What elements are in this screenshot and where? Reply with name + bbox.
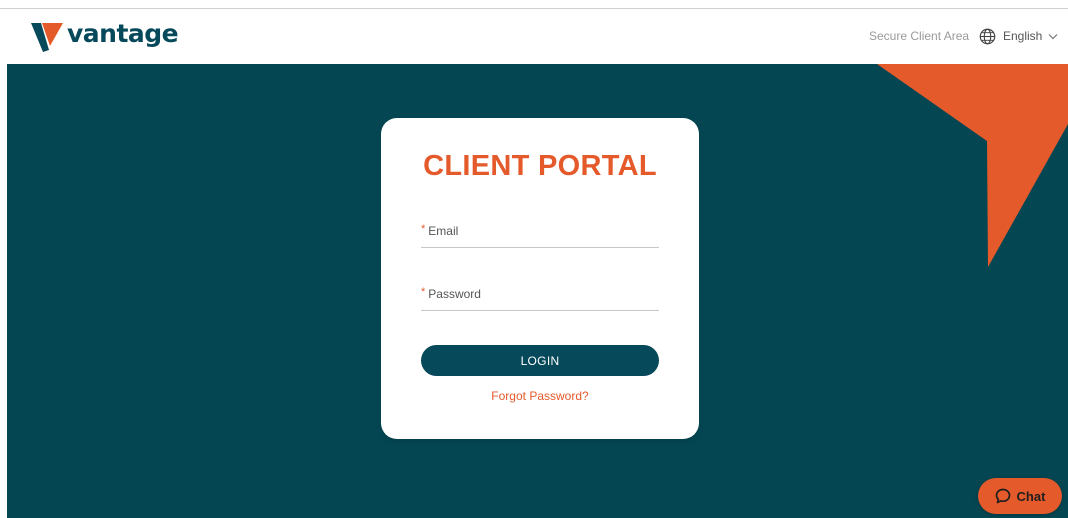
login-card: CLIENT PORTAL * Email * Password LOGIN F… (381, 118, 699, 439)
password-field[interactable]: * Password (421, 286, 659, 311)
language-label: English (1003, 29, 1043, 43)
email-input[interactable] (421, 224, 659, 248)
chevron-down-icon (1048, 33, 1058, 39)
chat-button[interactable]: Chat (978, 478, 1062, 514)
hero-section: CLIENT PORTAL * Email * Password LOGIN F… (7, 64, 1068, 518)
globe-icon (979, 28, 996, 44)
chat-label: Chat (1016, 488, 1046, 504)
email-field[interactable]: * Email (421, 223, 659, 248)
page-title: CLIENT PORTAL (423, 150, 657, 182)
language-selector[interactable]: English (979, 26, 1058, 46)
site-header: vantage Secure Client Area English (0, 9, 1068, 64)
login-button[interactable]: LOGIN (421, 345, 659, 376)
secure-client-area-link[interactable]: Secure Client Area (869, 29, 969, 43)
vantage-logo[interactable]: vantage (30, 19, 179, 53)
password-input[interactable] (421, 287, 659, 311)
vantage-logo-icon (31, 23, 63, 52)
chat-bubble-icon (995, 488, 1010, 504)
forgot-password-link[interactable]: Forgot Password? (381, 389, 699, 403)
logo-text: vantage (67, 19, 179, 48)
